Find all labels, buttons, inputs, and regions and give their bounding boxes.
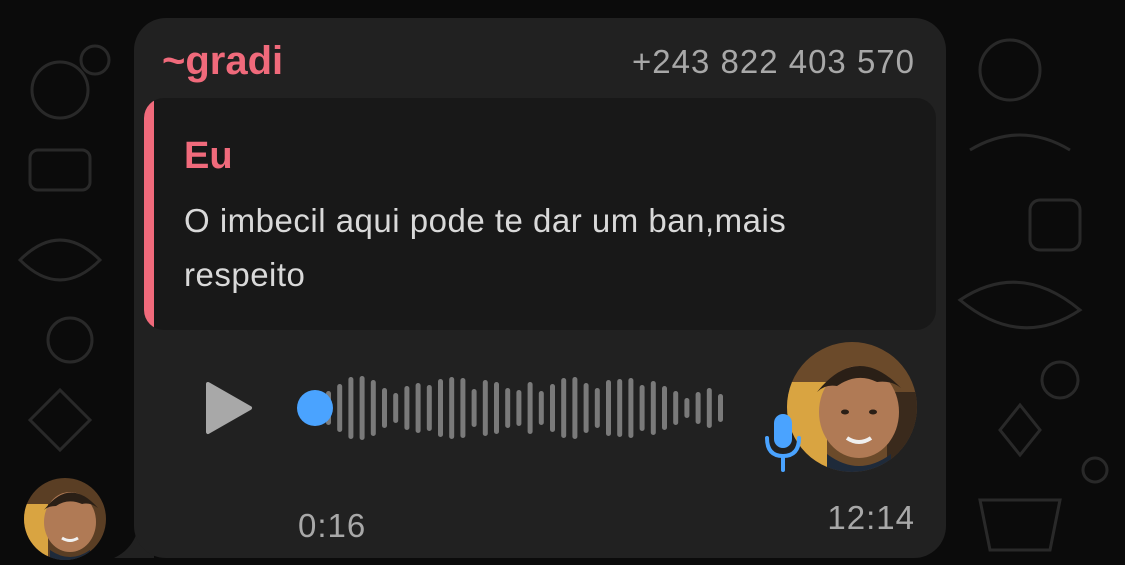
- microphone-icon: [765, 414, 801, 472]
- waveform-bar: [684, 398, 690, 418]
- waveform-bar: [359, 376, 365, 440]
- waveform-bar: [572, 377, 578, 439]
- waveform-bar: [348, 377, 354, 439]
- play-icon[interactable]: [198, 378, 258, 438]
- waveform-bar: [449, 377, 455, 439]
- waveform-bar: [594, 388, 600, 428]
- waveform-bar: [438, 379, 443, 437]
- quoted-author: Eu: [184, 135, 233, 177]
- waveform-bar: [650, 381, 656, 435]
- waveform-bar: [415, 383, 421, 433]
- waveform-bar: [718, 394, 723, 422]
- waveform-bar: [370, 380, 376, 436]
- waveform-bar: [505, 388, 511, 428]
- voice-note-duration: 0:16: [298, 507, 367, 544]
- waveform-bar: [628, 378, 634, 438]
- waveform-bar: [460, 378, 466, 438]
- waveform-bar: [527, 382, 533, 434]
- playback-progress-handle[interactable]: [297, 390, 333, 426]
- waveform-bar: [561, 378, 567, 438]
- message-time: 12:14: [827, 499, 915, 536]
- waveform-bar: [393, 393, 399, 423]
- waveform-bar: [695, 392, 701, 424]
- waveform-bar: [426, 385, 432, 431]
- waveform-bar: [382, 388, 387, 428]
- waveform-bar: [583, 383, 589, 433]
- waveform-bar: [516, 390, 522, 426]
- waveform-bar: [550, 384, 555, 432]
- waveform-bar: [482, 380, 488, 436]
- quoted-message[interactable]: Eu O imbecil aqui pode te dar um ban,mai…: [144, 98, 936, 330]
- quote-accent-bar: [144, 98, 154, 330]
- voice-waveform[interactable]: [318, 370, 723, 446]
- waveform-bar: [538, 391, 544, 425]
- waveform-bar: [706, 388, 712, 428]
- sender-name[interactable]: ~gradi: [162, 38, 283, 84]
- waveform-bar: [404, 386, 410, 430]
- quoted-text: O imbecil aqui pode te dar um ban,mais r…: [184, 202, 787, 293]
- waveform-bar: [471, 389, 477, 427]
- voice-note-sender-avatar[interactable]: [787, 342, 917, 472]
- waveform-bar: [673, 391, 679, 425]
- waveform-bar: [639, 385, 645, 431]
- sender-phone: +243 822 403 570: [631, 43, 915, 80]
- waveform-bar: [606, 380, 611, 436]
- waveform-bar: [662, 386, 667, 430]
- waveform-bar: [337, 384, 343, 432]
- waveform-bar: [617, 379, 623, 437]
- sender-avatar[interactable]: [24, 478, 106, 560]
- waveform-bar: [494, 382, 499, 434]
